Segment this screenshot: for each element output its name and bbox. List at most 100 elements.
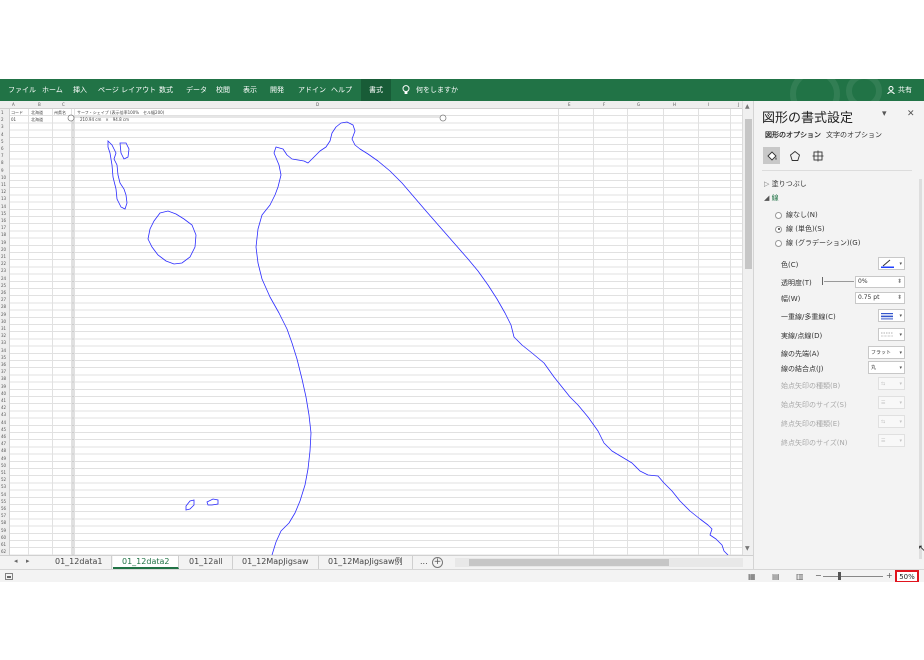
close-icon[interactable]: ✕ [907,109,915,119]
tab-text-options[interactable]: 文字のオプション [826,130,882,140]
tab-file[interactable]: ファイル [8,79,36,101]
horizontal-scroll-thumb[interactable] [469,559,669,566]
radio-gradient-line-label: 線 (グラデーション)(G) [786,239,861,247]
line-section-header[interactable]: ◢ 線 [764,193,779,203]
sheet-tab-01-12data2[interactable]: 01_12data2 [113,556,180,569]
end-arrow-type-dropdown[interactable]: ⇆ ▾ [878,415,905,428]
tab-home[interactable]: ホーム [42,79,63,101]
tab-scroll-right-icon[interactable]: ▸ [26,557,30,565]
tab-review[interactable]: 校閲 [216,79,230,101]
width-value: 0.75 pt [858,294,880,301]
zoom-slider[interactable] [823,576,883,577]
join-type-dropdown[interactable]: 丸 ▾ [868,361,905,374]
ribbon-tab-bar: ファイル ホーム 挿入 ページ レイアウト 数式 データ 校閲 表示 開発 アド… [0,79,924,119]
chevron-down-icon: ▾ [899,331,902,338]
tab-format[interactable]: 書式 [361,79,391,101]
collapse-arrow-icon: ◢ [764,194,770,202]
scroll-down-icon[interactable]: ▼ [745,545,750,552]
map-shape[interactable] [0,101,742,555]
zoom-in-icon[interactable]: + [886,571,893,580]
transparency-slider[interactable] [824,281,854,282]
compound-type-dropdown[interactable]: ▾ [878,309,905,322]
begin-arrow-size-dropdown[interactable]: ☰ ▾ [878,396,905,409]
sheet-tab-bar: ◂ ▸ 01_12data1 01_12data2 01_12all 01_12… [0,555,753,569]
join-type-label: 線の結合点(J) [781,365,824,373]
resize-handle[interactable] [439,114,447,122]
tab-page-layout[interactable]: ページ レイアウト [98,79,156,101]
transparency-slider-thumb[interactable] [822,277,823,285]
tab-insert[interactable]: 挿入 [73,79,87,101]
tab-formulas[interactable]: 数式 [159,79,173,101]
add-sheet-icon[interactable]: + [432,557,443,568]
macro-record-icon[interactable] [5,573,13,580]
page-break-view-icon[interactable]: ▥ [796,572,804,581]
radio-gradient-line[interactable]: 線 (グラデーション)(G) [775,238,860,248]
island-outline [147,210,197,265]
compound-type-label: 一重線/多重線(C) [781,313,836,321]
dash-lines-icon [881,332,893,336]
compound-lines-icon [881,312,893,319]
tab-help[interactable]: ヘルプ [331,79,352,101]
end-arrow-size-dropdown[interactable]: ☰ ▾ [878,434,905,447]
tab-developer[interactable]: 開発 [270,79,284,101]
chevron-down-icon: ▾ [899,364,902,371]
chevron-down-icon: ▾ [899,312,902,319]
radio-solid-line[interactable]: 線 (単色)(S) [775,224,825,234]
pane-options-chevron-icon[interactable]: ▾ [882,109,887,119]
pane-divider [762,170,912,171]
chevron-down-icon: ▾ [899,260,902,267]
dash-type-dropdown[interactable]: ▾ [878,328,905,341]
chevron-down-icon: ▾ [899,380,902,387]
resize-handle[interactable] [67,114,75,122]
zoom-level[interactable]: 50% [895,570,919,582]
chevron-down-icon: ▾ [899,399,902,406]
vertical-scroll-thumb[interactable] [745,119,752,269]
tell-me-box[interactable]: 何をしますか [402,79,458,101]
end-arrow-type-label: 終点矢印の種類(E) [781,420,840,428]
radio-solid-line-label: 線 (単色)(S) [786,225,825,233]
line-color-picker[interactable]: ▾ [878,257,905,270]
more-sheets-button[interactable]: ... [420,556,428,568]
share-button[interactable]: 共有 [887,79,912,101]
begin-arrow-type-dropdown[interactable]: ⇆ ▾ [878,377,905,390]
tab-view[interactable]: 表示 [243,79,257,101]
status-bar: ▦ ▤ ▥ − + 50% [0,569,924,582]
scroll-up-icon[interactable]: ▲ [745,103,750,110]
hokkaido-mainland-outline [255,121,729,555]
spin-icon: ⬍ [896,294,902,301]
tab-data[interactable]: データ [186,79,207,101]
horizontal-scrollbar[interactable] [455,558,743,567]
tab-scroll-left-icon[interactable]: ◂ [14,557,18,565]
fill-section-label: 塗りつぶし [771,180,807,188]
cap-type-dropdown[interactable]: フラット ▾ [868,346,905,359]
width-input[interactable]: 0.75 pt ⬍ [855,292,905,304]
fill-line-tab[interactable] [763,147,780,164]
radio-no-line-label: 線なし(N) [786,211,818,219]
pen-color-icon [881,259,894,268]
worksheet[interactable]: ABCDEFGHIJ 1 2 3 4 5 6 7 8 9 10 11 12 13 14 15 16 17 18 19… [0,101,742,555]
end-arrow-size-label: 終点矢印のサイズ(N) [781,439,848,447]
zoom-slider-thumb[interactable] [838,572,841,580]
sheet-tab-01-12mapjigsaw-example[interactable]: 01_12MapJigsaw例 [319,556,413,569]
cap-type-value: フラット [871,350,892,356]
tab-shape-options[interactable]: 図形のオプション [765,130,821,140]
transparency-label: 透明度(T) [781,279,812,287]
spin-icon: ⬍ [896,278,902,285]
pentagon-icon [789,150,800,161]
sheet-tab-01-12data1[interactable]: 01_12data1 [46,556,113,569]
pane-scrollbar[interactable] [919,179,922,559]
radio-solid-line-dot [775,225,782,233]
sheet-tab-01-12mapjigsaw[interactable]: 01_12MapJigsaw [233,556,319,569]
transparency-input[interactable]: 0% ⬍ [855,276,905,288]
okushiri-outline [185,498,219,511]
page-layout-view-icon[interactable]: ▤ [772,572,780,581]
sheet-tab-01-12all[interactable]: 01_12all [180,556,233,569]
effects-tab[interactable] [786,147,803,164]
vertical-scrollbar[interactable]: ▲ ▼ [742,101,753,555]
zoom-out-icon[interactable]: − [815,571,822,580]
fill-section-header[interactable]: ▷ 塗りつぶし [764,179,807,189]
normal-view-icon[interactable]: ▦ [748,572,756,581]
size-properties-tab[interactable] [809,147,826,164]
tab-addins[interactable]: アドイン [298,79,326,101]
radio-no-line[interactable]: 線なし(N) [775,210,818,220]
